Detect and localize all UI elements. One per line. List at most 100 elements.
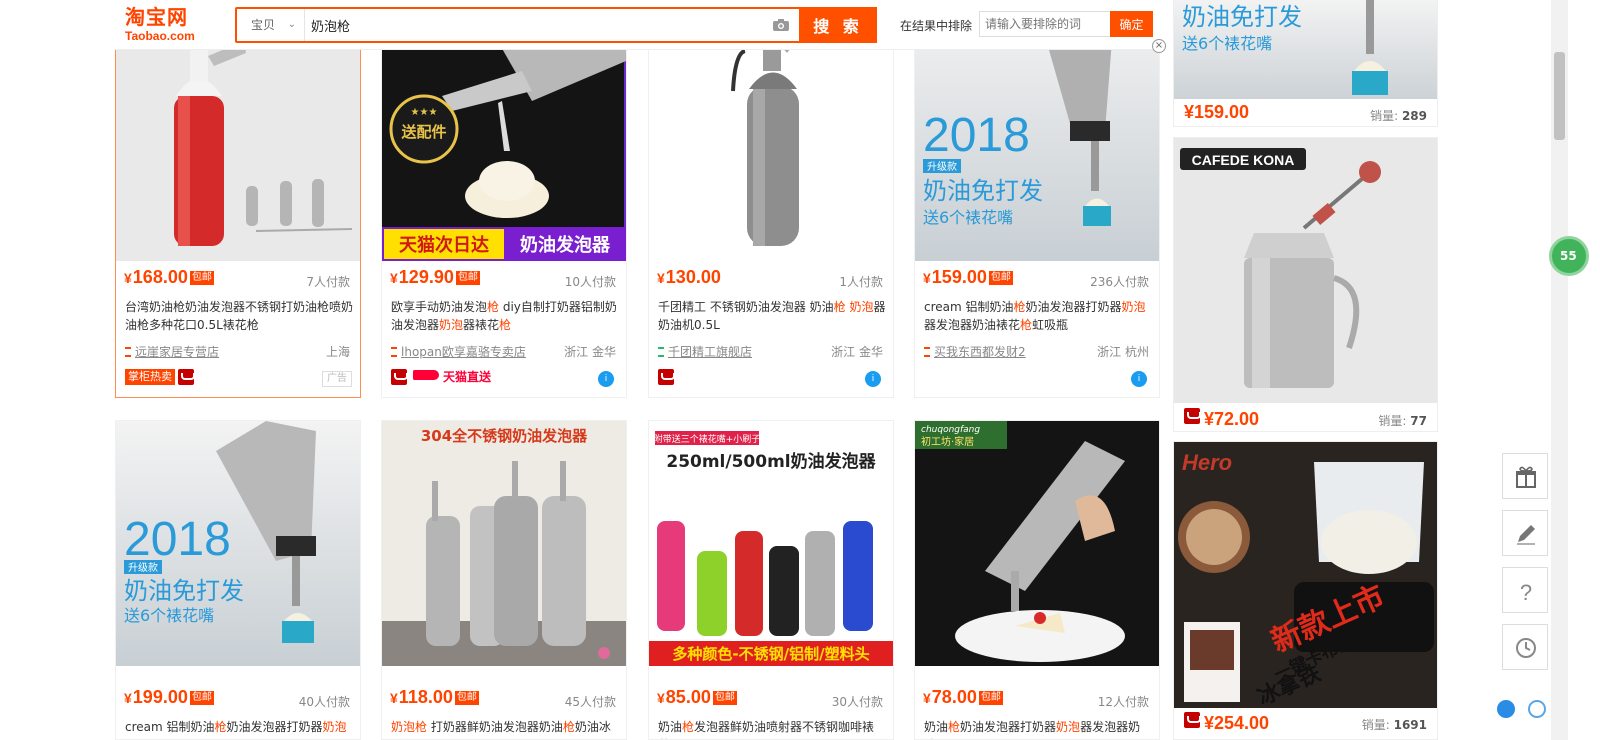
shop-location: 浙江 金华 (564, 345, 616, 359)
product-title[interactable]: 千团精工 不锈钢奶油发泡器 奶油枪 奶泡器奶油机0.5L (658, 298, 886, 334)
product-image[interactable]: 304全不锈钢奶油发泡器 (382, 421, 626, 666)
gift-button[interactable] (1502, 453, 1548, 499)
product-title[interactable]: 欧享手动奶油发泡枪 diy自制打奶器铝制奶油发泡器奶泡器裱花枪 (391, 298, 619, 334)
product-card[interactable]: 附带送三个裱花嘴+小刷子 250ml/500ml奶油发泡器 多种颜色-不锈钢/铝… (648, 420, 894, 740)
image-banner-left: 天猫次日达 (399, 234, 489, 256)
product-badges (658, 369, 675, 387)
product-title[interactable]: 奶泡枪 打奶器鲜奶油发泡器奶油枪奶油冰乐 (391, 718, 619, 739)
side-ad-sales: 销量: 77 (1378, 414, 1427, 428)
shop-icon (125, 347, 131, 357)
feedback-button[interactable] (1502, 510, 1548, 556)
image-line1: 奶油免打发 (923, 177, 1043, 205)
side-image-brand: Hero (1182, 450, 1232, 475)
exclude-input[interactable] (979, 11, 1111, 37)
tmall-direct-badge: 天猫直送 (413, 369, 491, 385)
product-card[interactable]: 2018 升级款 奶油免打发 送6个裱花嘴 ¥199.00 包邮 40人付款 cr… (115, 420, 361, 740)
product-title[interactable]: 奶油枪奶油发泡器打奶器奶泡器发泡器奶油 (924, 718, 1152, 739)
side-ad-sales: 销量: 1691 (1361, 718, 1427, 732)
shop-icon (924, 347, 930, 357)
side-ad-card[interactable]: 奶油免打发 送6个裱花嘴 ¥159.00 销量: 289 (1173, 0, 1438, 127)
product-price: ¥85.00 包邮 (657, 687, 737, 707)
wangwang-chat-icon[interactable]: i (1131, 371, 1147, 387)
image-headline: 304全不锈钢奶油发泡器 (421, 427, 588, 445)
wangwang-chat-icon[interactable]: i (598, 371, 614, 387)
product-card[interactable]: 2018 升级款 奶油免打发 送6个裱花嘴 ¥159.00 包邮 236人付款 c… (914, 0, 1160, 398)
search-type-select[interactable]: 宝贝 ⌄ (237, 9, 305, 41)
taobao-logo[interactable]: 淘宝网 Taobao.com (125, 5, 217, 45)
free-shipping-badge: 包邮 (454, 691, 479, 705)
tmall-icon (1184, 712, 1201, 728)
product-card[interactable]: 304全不锈钢奶油发泡器 ¥118.00 包邮 45人付款 奶泡枪 打奶器鲜奶油发… (381, 420, 627, 740)
free-shipping-badge: 包邮 (189, 271, 214, 285)
history-button[interactable] (1502, 624, 1548, 670)
chevron-down-icon: ⌄ (287, 19, 296, 30)
floating-bubble[interactable]: 55 (1549, 236, 1589, 276)
chat-icon[interactable] (1497, 700, 1515, 718)
shop-link[interactable]: 买我东西都发财2 (924, 343, 1026, 360)
side-image-line1: 奶油免打发 (1182, 3, 1302, 31)
ad-label: 广告 (322, 371, 352, 387)
deal-count: 40人付款 (298, 695, 350, 709)
side-ad-image[interactable]: Hero 新款上市 一键卡布奇诺 冰拿铁 (1174, 442, 1437, 708)
tmall-icon (658, 369, 675, 385)
logo-text-en: Taobao.com (125, 29, 195, 43)
side-ad-image[interactable]: CAFEDE KONA (1174, 138, 1437, 403)
product-card[interactable]: ★★★ 送配件 天猫次日达 奶油发泡器 ¥129.90 包邮 10人付款 欧享手动… (381, 0, 627, 398)
product-card[interactable]: chuqongfang 初工坊·家居 ¥78.00 包邮 12人付款 奶油枪奶油发… (914, 420, 1160, 740)
scrollbar-thumb[interactable] (1554, 52, 1565, 140)
product-title[interactable]: cream 铝制奶油枪奶油发泡器打奶器奶泡器 (125, 718, 353, 739)
product-title[interactable]: cream 铝制奶油枪奶油发泡器打奶器奶泡器发泡器奶油裱花枪虹吸瓶 (924, 298, 1152, 334)
settings-icon[interactable] (1528, 700, 1546, 718)
product-price: ¥159.00 包邮 (923, 267, 1013, 287)
product-image[interactable]: 附带送三个裱花嘴+小刷子 250ml/500ml奶油发泡器 多种颜色-不锈钢/铝… (649, 421, 893, 666)
image-brand2: 初工坊·家居 (921, 435, 974, 448)
free-shipping-badge: 包邮 (189, 691, 214, 705)
product-price: ¥130.00 (657, 267, 721, 287)
image-headline: 250ml/500ml奶油发泡器 (666, 451, 876, 472)
help-button[interactable]: ? (1502, 567, 1548, 613)
image-badge-text: 送配件 (400, 123, 446, 141)
deal-count: 12人付款 (1097, 695, 1149, 709)
search-box: 宝贝 ⌄ 搜 索 (235, 7, 877, 43)
wangwang-chat-icon[interactable]: i (865, 371, 881, 387)
logo-text-cn: 淘宝网 (125, 5, 188, 29)
free-shipping-badge: 包邮 (455, 271, 480, 285)
page: 淘宝网 Taobao.com 宝贝 ⌄ 搜 索 在结果中排除 确定 × (0, 0, 1600, 740)
image-year: 2018 (923, 109, 1030, 162)
product-badges: 天猫直送 (391, 369, 491, 387)
shop-link[interactable]: 千团精工旗舰店 (658, 343, 752, 360)
product-image[interactable]: 2018 升级款 奶油免打发 送6个裱花嘴 (116, 421, 360, 666)
product-price: ¥118.00 包邮 (390, 687, 479, 707)
shop-link[interactable]: 远崖家居专营店 (125, 343, 219, 360)
free-shipping-badge: 包邮 (988, 271, 1013, 285)
search-input[interactable] (309, 9, 769, 41)
search-button[interactable]: 搜 索 (799, 7, 877, 43)
product-price: ¥168.00 包邮 (124, 267, 214, 287)
exclude-confirm-button[interactable]: 确定 (1110, 11, 1153, 37)
free-shipping-badge: 包邮 (712, 691, 737, 705)
product-card[interactable]: ¥130.00 1人付款 千团精工 不锈钢奶油发泡器 奶油枪 奶泡器奶油机0.5… (648, 0, 894, 398)
side-ad-card[interactable]: Hero 新款上市 一键卡布奇诺 冰拿铁 ¥254.00 销量: 1691 (1173, 441, 1438, 740)
close-icon[interactable]: × (1152, 39, 1166, 53)
side-ad-card[interactable]: CAFEDE KONA ¥72.00 销量: 77 (1173, 137, 1438, 432)
image-line1: 奶油免打发 (124, 577, 244, 605)
image-line2: 送6个裱花嘴 (923, 208, 1013, 227)
scrollbar[interactable] (1551, 0, 1568, 740)
exclude-label: 在结果中排除 (900, 19, 973, 33)
side-ad-sales: 销量: 289 (1370, 109, 1427, 123)
product-card[interactable]: ¥168.00 包邮 7人付款 台湾奶油枪奶油发泡器不锈钢打奶油枪喷奶油枪多种花口… (115, 0, 361, 398)
shop-location: 上海 (325, 345, 350, 359)
shop-link[interactable]: lhopan欧享嘉骆专卖店 (391, 343, 526, 360)
deal-count: 1人付款 (839, 275, 883, 289)
side-image-brand: CAFEDE KONA (1192, 152, 1295, 168)
product-image[interactable]: chuqongfang 初工坊·家居 (915, 421, 1159, 666)
side-ad-price: ¥159.00 (1184, 102, 1250, 122)
image-footer: 多种颜色-不锈钢/铝制/塑料头 (672, 645, 869, 663)
product-title[interactable]: 奶油枪发泡器鲜奶油喷射器不锈钢咖啡裱花 (658, 718, 886, 739)
shop-location: 浙江 杭州 (1097, 345, 1149, 359)
side-ad-image[interactable]: 奶油免打发 送6个裱花嘴 (1174, 0, 1437, 99)
image-brand: chuqongfang (921, 425, 980, 435)
camera-icon[interactable] (772, 17, 790, 31)
product-title[interactable]: 台湾奶油枪奶油发泡器不锈钢打奶油枪喷奶油枪多种花口0.5L裱花枪 (125, 298, 353, 334)
tmall-icon (178, 369, 195, 385)
